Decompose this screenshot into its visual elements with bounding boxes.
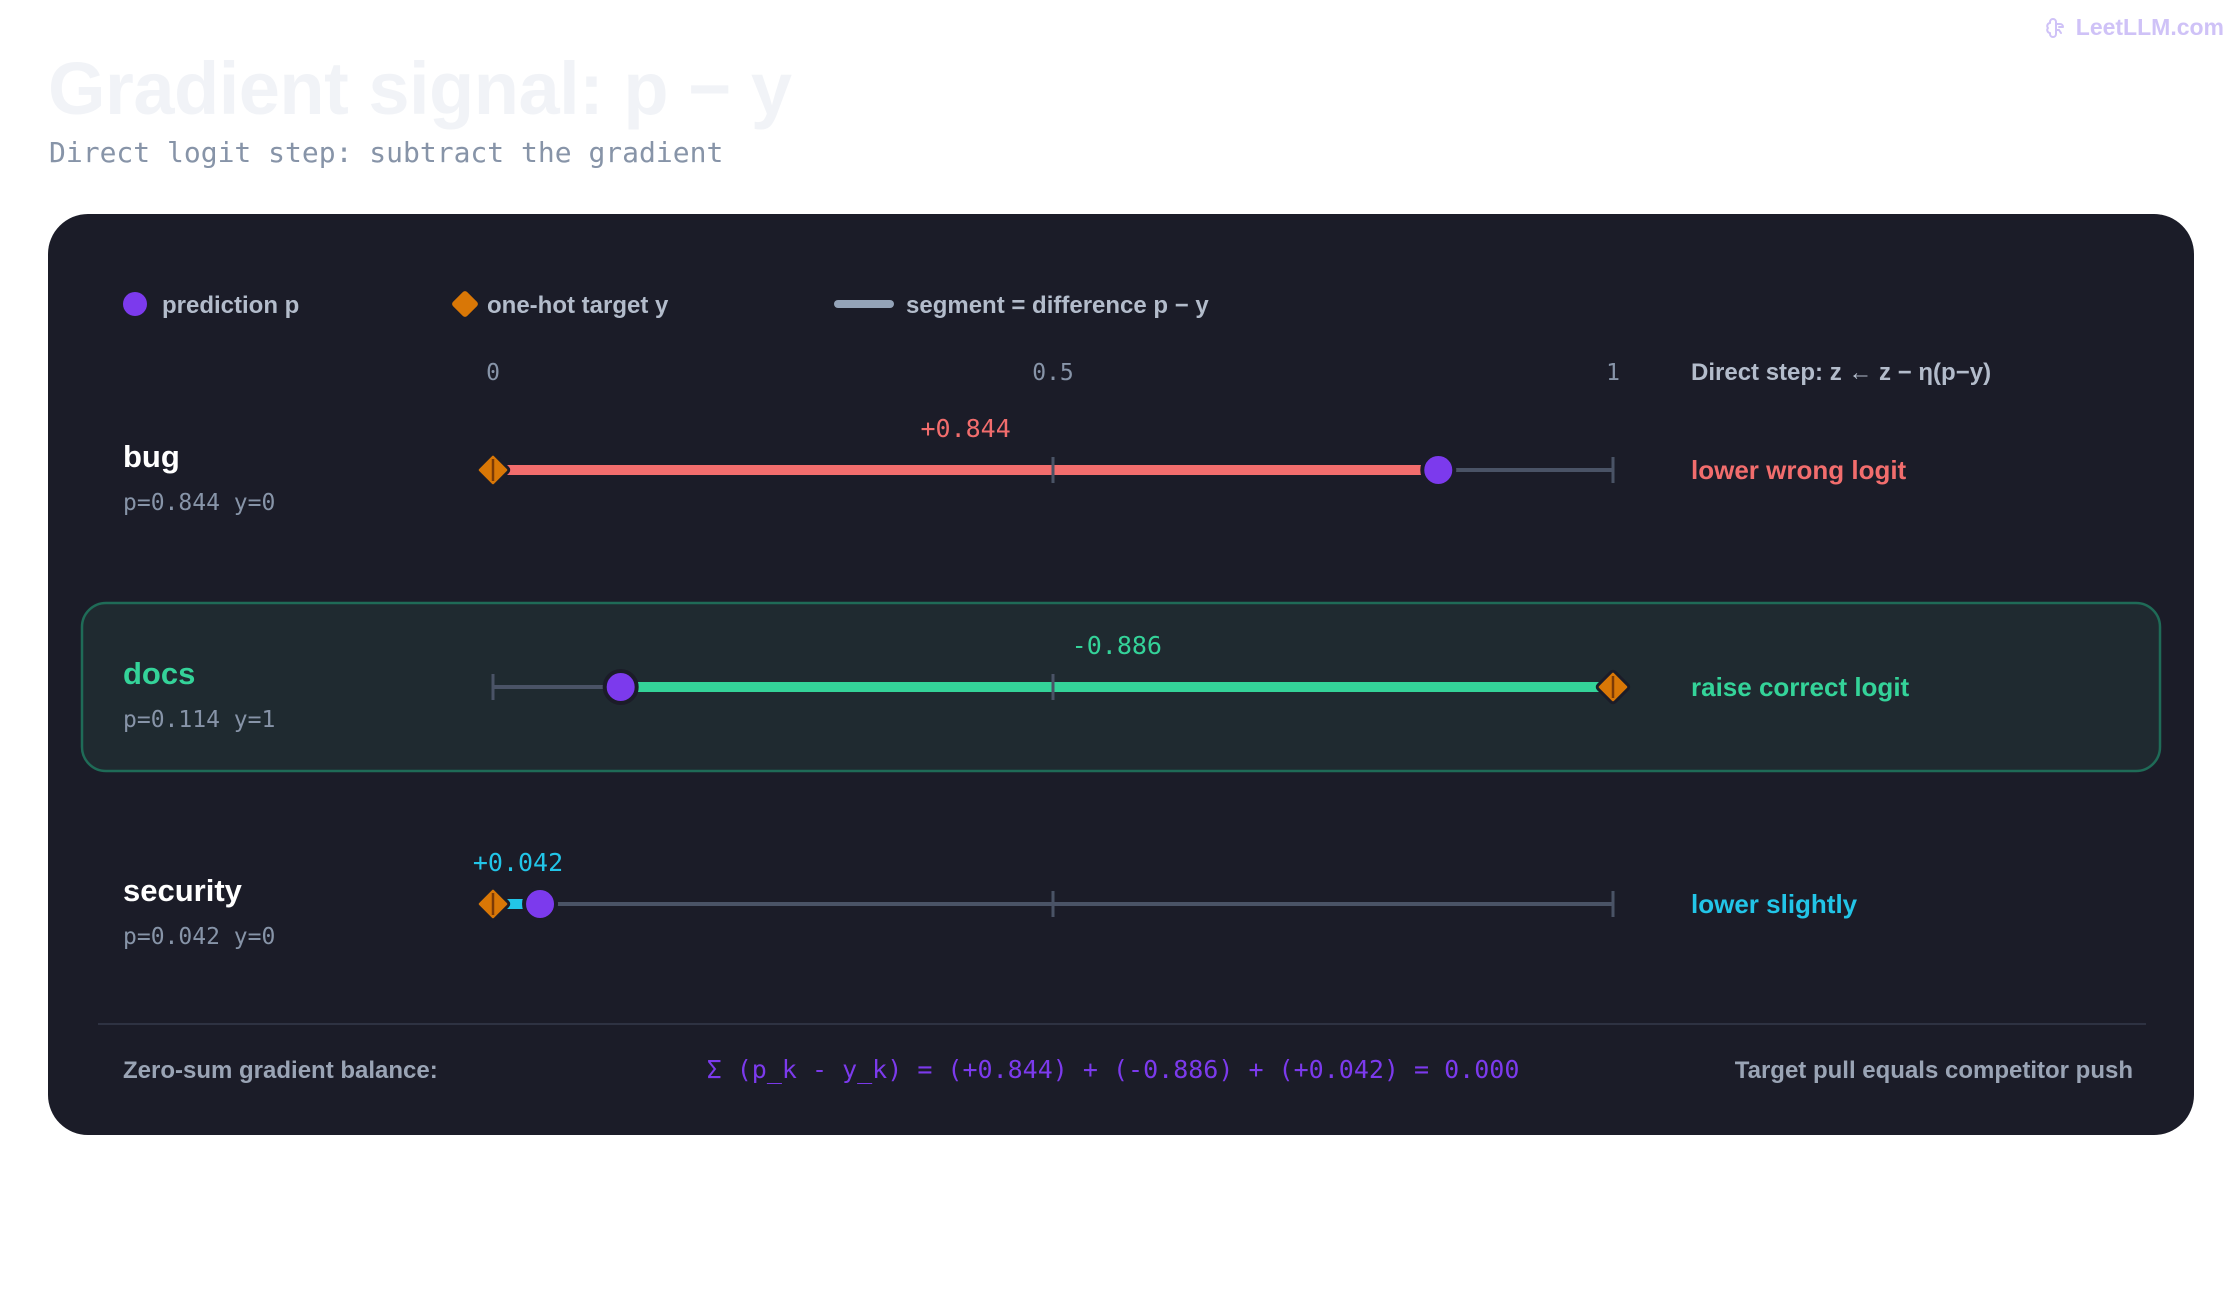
prediction-marker xyxy=(602,669,639,705)
diff-label: +0.042 xyxy=(473,848,563,877)
legend-prediction-label: prediction p xyxy=(162,292,299,319)
brain-icon xyxy=(2046,17,2064,38)
tick-label: 0.5 xyxy=(1032,360,1074,386)
row-stats: p=0.844 y=0 xyxy=(123,490,275,516)
row-action: lower wrong logit xyxy=(1691,455,1907,485)
page-title: Gradient signal: p − y xyxy=(48,47,792,130)
row-security: security p=0.042 y=0 +0.042 lower slightly xyxy=(123,848,1858,950)
row-docs: docs p=0.114 y=1 -0.886 raise correct logit xyxy=(80,601,2162,773)
row-stats: p=0.114 y=1 xyxy=(123,707,275,733)
axis-header: Direct step: z ← z − η(p−y) xyxy=(1691,359,1991,386)
axis-ticks: 0 0.5 1 xyxy=(486,360,1620,386)
row-action: lower slightly xyxy=(1691,889,1858,919)
rows: bug p=0.844 y=0 +0.844 lower wrong logit doc… xyxy=(80,414,2162,950)
brand-name: LeetLLM.com xyxy=(2075,14,2224,40)
prediction-marker xyxy=(1420,452,1457,488)
row-label: bug xyxy=(123,439,180,474)
footer-note: Target pull equals competitor push xyxy=(1735,1057,2133,1084)
footer-label: Zero-sum gradient balance: xyxy=(123,1057,438,1084)
diff-label: -0.886 xyxy=(1072,631,1162,660)
diff-label: +0.844 xyxy=(920,414,1010,443)
footer-formula: Σ (p_k - y_k) = (+0.844) + (-0.886) + (+… xyxy=(707,1055,1520,1084)
row-stats: p=0.042 y=0 xyxy=(123,924,275,950)
legend-target-marker xyxy=(452,291,478,317)
legend-prediction-marker xyxy=(123,292,147,316)
prediction-marker xyxy=(522,886,559,922)
row-label: security xyxy=(123,873,243,908)
tick-label: 1 xyxy=(1606,360,1620,386)
legend-target-label: one-hot target y xyxy=(487,292,669,319)
legend-segment-label: segment = difference p − y xyxy=(906,292,1209,319)
chart-panel: prediction p one-hot target y segment = … xyxy=(48,214,2194,1135)
legend: prediction p one-hot target y segment = … xyxy=(123,291,1209,319)
tick-label: 0 xyxy=(486,360,500,386)
row-action: raise correct logit xyxy=(1691,672,1910,702)
brand[interactable]: LeetLLM.com xyxy=(2044,14,2224,41)
page-subtitle: Direct logit step: subtract the gradient xyxy=(49,136,724,169)
gradient-diagram: prediction p one-hot target y segment = … xyxy=(80,291,2162,1084)
row-bug: bug p=0.844 y=0 +0.844 lower wrong logit xyxy=(123,414,1907,516)
row-label: docs xyxy=(123,656,195,691)
